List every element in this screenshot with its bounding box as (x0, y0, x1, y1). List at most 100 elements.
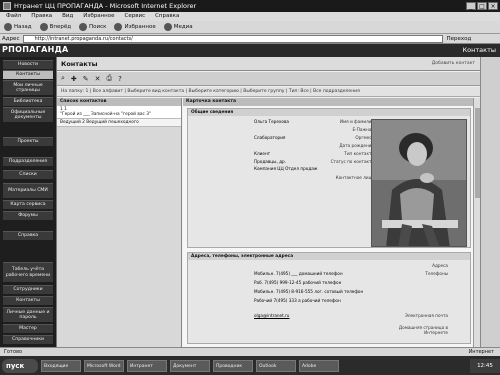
media-icon (163, 23, 172, 31)
content-header: Контакты Добавить контакт (57, 57, 481, 71)
contact-card-pane: Карточка контакта Общие сведения Имя и ф… (183, 98, 474, 347)
taskbar-item[interactable]: Документ (170, 359, 210, 372)
window-title: Нтранет ЦЦ ПРОПАГАНДА - Microsoft Intern… (14, 2, 197, 10)
edit-icon[interactable]: ✎ (83, 75, 89, 83)
menu-favorites[interactable]: Избранное (83, 12, 114, 21)
sidebar-item-departments[interactable]: Подразделения (3, 157, 53, 166)
print-icon[interactable]: ⎙ (107, 74, 113, 83)
taskbar-item[interactable]: Интранет (127, 359, 167, 372)
sidebar-item-lists[interactable]: Списки (3, 170, 53, 179)
address-header: Адреса, телефоны, электронные адреса (188, 253, 470, 260)
binoculars-icon[interactable]: ⌕ (61, 74, 65, 83)
search-button[interactable]: Поиск (79, 23, 106, 31)
main-content: Контакты Добавить контакт ⌕ ✚ ✎ ✕ ⎙ ? На… (56, 57, 481, 347)
sidebar-item-help[interactable]: Справка (3, 231, 53, 240)
search-icon (79, 23, 88, 31)
status-text: Готово (4, 349, 23, 355)
vertical-scrollbar[interactable] (473, 98, 480, 347)
sidebar-item-my-pages[interactable]: Мои личные страницы (3, 80, 53, 95)
taskbar-item[interactable]: Adobe (299, 359, 339, 372)
sidebar-item-master[interactable]: Мастер (3, 324, 53, 333)
field-birthday: Дата рождения (339, 143, 374, 148)
go-button[interactable]: Переход (446, 36, 471, 42)
field-type: Тип контакта Клиент (254, 151, 374, 156)
sidebar-item-official-docs[interactable]: Официальные документы (3, 107, 53, 122)
delete-icon[interactable]: ✕ (95, 75, 101, 83)
star-icon (114, 23, 123, 31)
page-title: Контакты (462, 46, 496, 54)
field-phone-1: Телефоны Мобильн. 7(495) ___ домашний тел… (254, 271, 448, 276)
forward-button[interactable]: Вперёд (39, 23, 71, 31)
field-org: Оргмест Слаборатория (254, 135, 374, 140)
menu-edit[interactable]: Правка (31, 12, 52, 21)
sidebar-item-employees[interactable]: Сотрудники (3, 285, 53, 294)
address-bar: Адрес http://intranet.propaganda.ru/cont… (0, 34, 500, 44)
content-toolbar: ⌕ ✚ ✎ ✕ ⎙ ? (57, 72, 481, 86)
ie-icon (3, 2, 11, 10)
sidebar-item-personal-data[interactable]: Личные данные и пароль (3, 307, 53, 322)
close-button[interactable]: × (488, 2, 498, 10)
windows-taskbar: пуск Входящие Microsoft Word Интранет До… (0, 356, 500, 375)
field-title: Е-Пажная (352, 127, 374, 132)
field-address: Адреса (432, 263, 448, 268)
sidebar-item-library[interactable]: Библиотека (3, 97, 53, 106)
general-info-header: Общие сведения (188, 109, 470, 116)
menu-help[interactable]: Справка (155, 12, 179, 21)
content-title: Контакты (61, 60, 98, 68)
media-button[interactable]: Медиа (163, 23, 193, 31)
list-item[interactable]: 1 1 "Герой из ___ Записной-на "герой вас… (57, 106, 181, 119)
menu-tools[interactable]: Сервис (125, 12, 146, 21)
address-label: Адрес (2, 35, 20, 42)
field-phone-4: Рабочий 7(495) 333 а рабочий телефон (254, 298, 341, 303)
app-logo[interactable]: РПОПАГАНДА (2, 45, 69, 54)
field-status: Статус по контакту Продавцы, др. (254, 159, 374, 164)
address-section: Адреса, телефоны, электронные адреса Адр… (187, 252, 471, 344)
taskbar-item[interactable]: Проводник (213, 359, 253, 372)
person-photo-icon (372, 120, 466, 246)
address-input[interactable]: http://intranet.propaganda.ru/contacts/ (23, 34, 444, 43)
sidebar-item-directories[interactable]: Справочники (3, 335, 53, 344)
sidebar-item-contacts[interactable]: Контакты (3, 70, 53, 79)
sidebar-item-timesheet[interactable]: Табель учёта рабочего времени (3, 262, 53, 282)
contact-card-header: Карточка контакта (183, 98, 474, 106)
contact-list-pane: Список контактов 1 1 "Герой из ___ Запис… (57, 98, 182, 347)
taskbar-item[interactable]: Входящие (41, 359, 81, 372)
sidebar-item-news[interactable]: Новости (3, 60, 53, 69)
app-header: РПОПАГАНДА Контакты (0, 44, 500, 57)
back-button[interactable]: Назад (4, 23, 32, 31)
contact-photo (371, 119, 467, 247)
add-contact-link[interactable]: Добавить контакт (432, 57, 475, 71)
contact-list-header: Список контактов (57, 98, 181, 106)
help-icon[interactable]: ? (118, 75, 122, 83)
taskbar-clock: 12:45 (470, 358, 500, 373)
maximize-button[interactable]: □ (477, 2, 487, 10)
sidebar-item-forums[interactable]: Форумы (3, 211, 53, 220)
start-button[interactable]: пуск (2, 358, 38, 373)
minimize-button[interactable]: _ (466, 2, 476, 10)
browser-toolbar: Назад Вперёд Поиск Избранное Медиа (0, 21, 500, 34)
window-controls: _ □ × (466, 2, 498, 10)
menu-view[interactable]: Вид (62, 12, 73, 21)
sidebar-item-sitemap[interactable]: Карта сервиса (3, 200, 53, 209)
menu-file[interactable]: Файл (6, 12, 21, 21)
forward-icon (39, 23, 48, 31)
taskbar-item[interactable]: Outlook (256, 359, 296, 372)
back-icon (4, 23, 12, 31)
sidebar-item-projects[interactable]: Проекты (3, 137, 53, 146)
sidebar: Новости Контакты Мои личные страницы Биб… (0, 57, 56, 347)
field-phone-2: Раб. 7(495) 999-12-45 рабочий телефон (254, 280, 342, 285)
right-panel (480, 57, 500, 347)
sidebar-item-contacts-2[interactable]: Контакты (3, 296, 53, 305)
browser-window: Нтранет ЦЦ ПРОПАГАНДА - Microsoft Intern… (0, 0, 500, 375)
favorites-button[interactable]: Избранное (114, 23, 156, 31)
field-phone-3: Мобильн. 7(495) 8-916-555 лог. сотовый т… (254, 289, 364, 294)
list-item[interactable]: Ведущий 2 Ведущий пешеходного (57, 119, 181, 127)
sidebar-item-media[interactable]: Материалы СМИ (3, 183, 53, 198)
field-contact-person: Контактное лицо (335, 175, 374, 180)
field-name: Имя и фамилия Ольга Терехова (254, 119, 374, 124)
status-bar: Готово Интернет (0, 347, 500, 356)
new-contact-icon[interactable]: ✚ (71, 75, 77, 83)
taskbar-item[interactable]: Microsoft Word (84, 359, 124, 372)
field-company: Компания ЦЦ Отдел продаж (254, 166, 318, 171)
filter-bar[interactable]: На папку: 1 | Все алфавит | Выберите вид… (57, 87, 481, 97)
